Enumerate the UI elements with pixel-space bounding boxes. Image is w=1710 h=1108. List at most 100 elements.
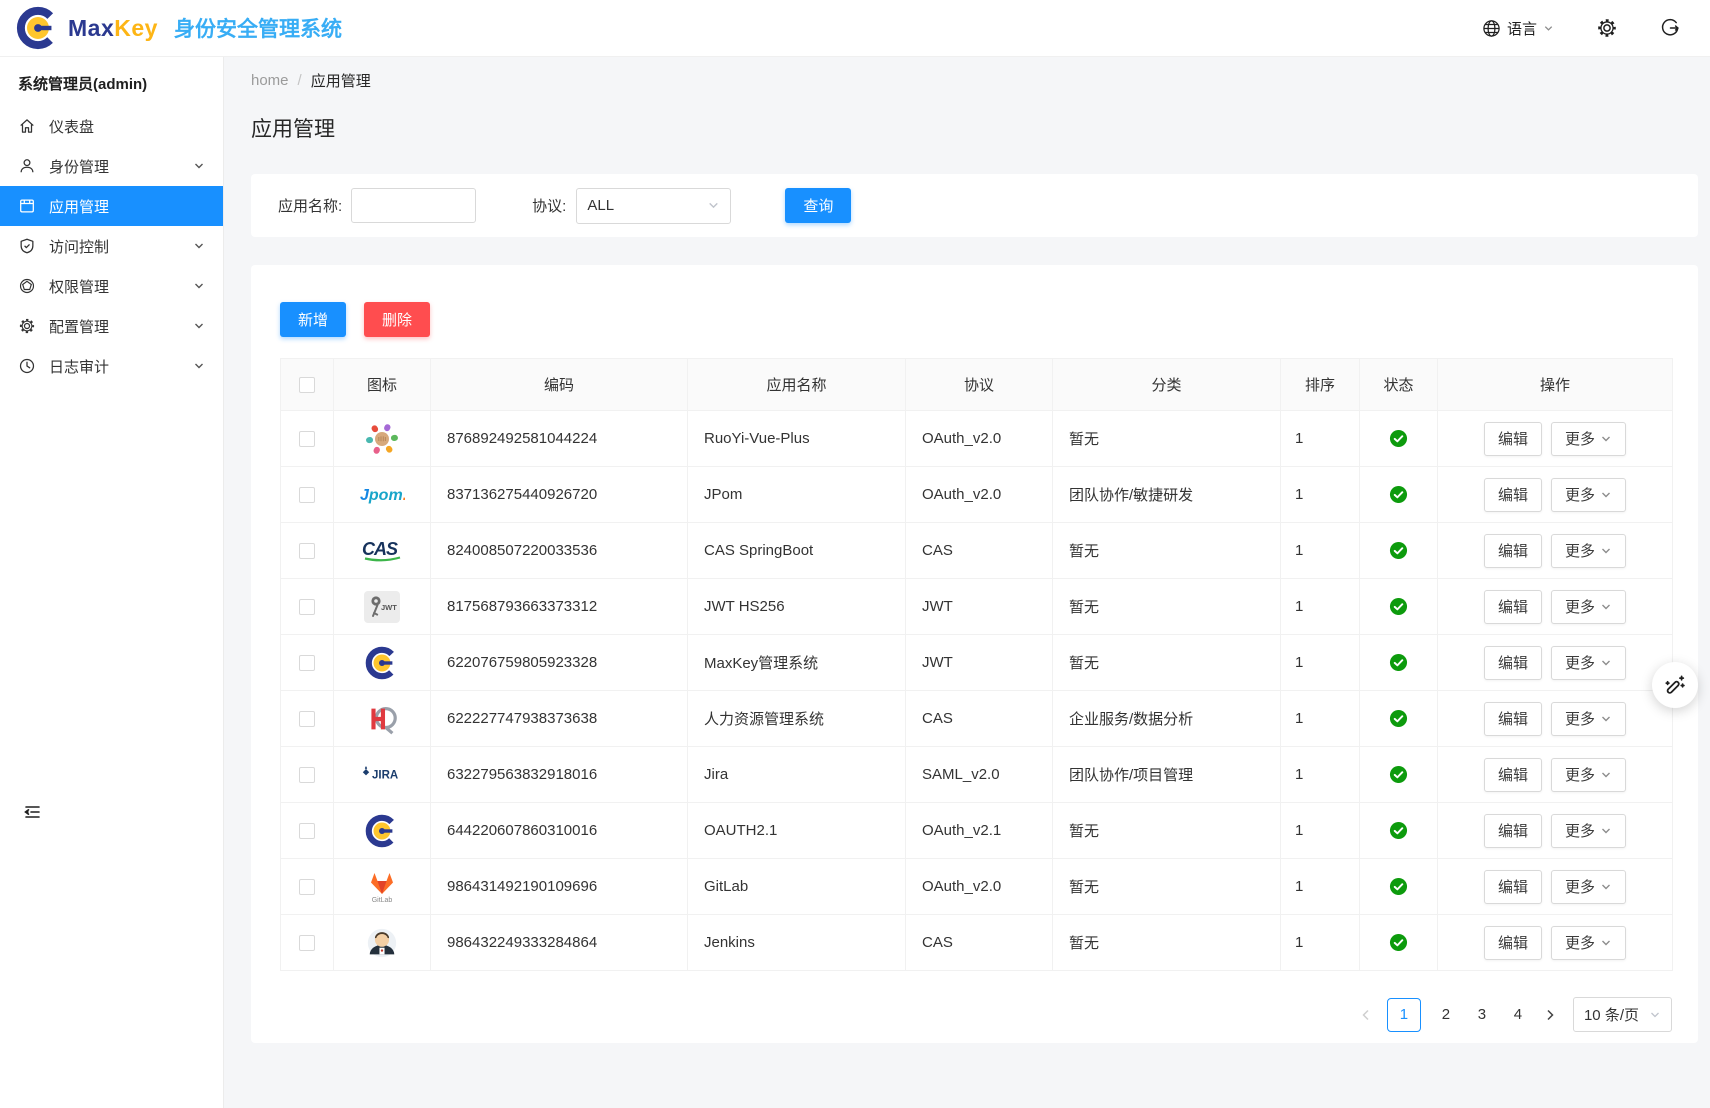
more-button[interactable]: 更多 [1551, 814, 1626, 848]
edit-button[interactable]: 编辑 [1484, 534, 1542, 568]
app-name-input[interactable] [351, 188, 476, 223]
app-name-label: 应用名称: [278, 195, 342, 216]
edit-button[interactable]: 编辑 [1484, 814, 1542, 848]
settings-button[interactable] [1596, 17, 1618, 39]
check-circle-icon [1389, 765, 1408, 784]
chevron-down-icon [193, 360, 205, 372]
cell-code: 644220607860310016 [431, 803, 688, 859]
gitlab-logo: GitLab [364, 869, 400, 905]
more-button[interactable]: 更多 [1551, 534, 1626, 568]
table-row: 876892492581044224RuoYi-Vue-PlusOAuth_v2… [281, 411, 1673, 467]
cell-status [1360, 635, 1438, 691]
edit-button[interactable]: 编辑 [1484, 590, 1542, 624]
collapse-sidebar-icon[interactable] [22, 802, 42, 822]
cell-protocol: CAS [906, 915, 1053, 971]
sidebar-item-identity[interactable]: 身份管理 [0, 146, 223, 186]
sidebar-item-label: 访问控制 [49, 236, 109, 257]
row-checkbox[interactable] [299, 431, 315, 447]
more-button[interactable]: 更多 [1551, 646, 1626, 680]
col-header-icon: 图标 [334, 359, 431, 411]
cell-protocol: CAS [906, 523, 1053, 579]
brand-subtitle: 身份安全管理系统 [174, 13, 342, 43]
chevron-down-icon [1600, 713, 1612, 725]
cell-code: 824008507220033536 [431, 523, 688, 579]
edit-button[interactable]: 编辑 [1484, 758, 1542, 792]
edit-button[interactable]: 编辑 [1484, 478, 1542, 512]
page-button-1[interactable]: 1 [1387, 998, 1421, 1032]
check-circle-icon [1389, 877, 1408, 896]
row-checkbox[interactable] [299, 655, 315, 671]
row-select-cell [281, 579, 334, 635]
sidebar-item-apps[interactable]: 应用管理 [0, 186, 223, 226]
page-button-3[interactable]: 3 [1471, 1006, 1493, 1023]
row-checkbox[interactable] [299, 711, 315, 727]
more-button[interactable]: 更多 [1551, 422, 1626, 456]
row-checkbox[interactable] [299, 543, 315, 559]
clock-icon [18, 357, 36, 375]
chevron-down-icon [1600, 545, 1612, 557]
col-header-code: 编码 [431, 359, 688, 411]
more-button[interactable]: 更多 [1551, 478, 1626, 512]
cell-protocol: OAuth_v2.0 [906, 859, 1053, 915]
cell-actions: 编辑更多 [1438, 635, 1673, 691]
shield-check-icon [18, 237, 36, 255]
row-checkbox[interactable] [299, 823, 315, 839]
cell-logo [334, 915, 431, 971]
more-button[interactable]: 更多 [1551, 702, 1626, 736]
page-button-4[interactable]: 4 [1507, 1006, 1529, 1023]
sidebar-item-dashboard[interactable]: 仪表盘 [0, 106, 223, 146]
row-checkbox[interactable] [299, 767, 315, 783]
sidebar-item-permissions[interactable]: 权限管理 [0, 266, 223, 306]
chevron-down-icon [1600, 601, 1612, 613]
app-window-icon [18, 197, 36, 215]
more-button[interactable]: 更多 [1551, 758, 1626, 792]
more-button[interactable]: 更多 [1551, 926, 1626, 960]
sidebar-item-config[interactable]: 配置管理 [0, 306, 223, 346]
chevron-down-icon [1543, 23, 1554, 34]
logout-button[interactable] [1660, 18, 1680, 38]
maxkey-logo [365, 646, 399, 680]
edit-button[interactable]: 编辑 [1484, 926, 1542, 960]
breadcrumb-separator: / [298, 72, 302, 89]
chevron-down-icon [193, 160, 205, 172]
row-checkbox[interactable] [299, 879, 315, 895]
next-page-button[interactable] [1543, 1008, 1557, 1022]
cas-logo: CAS [361, 537, 403, 565]
row-checkbox[interactable] [299, 487, 315, 503]
cell-status [1360, 467, 1438, 523]
row-select-cell [281, 635, 334, 691]
select-all-checkbox[interactable] [299, 377, 315, 393]
row-checkbox[interactable] [299, 599, 315, 615]
edit-button[interactable]: 编辑 [1484, 702, 1542, 736]
language-switcher[interactable]: 语言 [1482, 18, 1554, 39]
page-button-2[interactable]: 2 [1435, 1006, 1457, 1023]
chevron-down-icon [1600, 769, 1612, 781]
row-checkbox[interactable] [299, 935, 315, 951]
col-header-status: 状态 [1360, 359, 1438, 411]
edit-button[interactable]: 编辑 [1484, 870, 1542, 904]
cell-sort: 1 [1281, 915, 1360, 971]
edit-button[interactable]: 编辑 [1484, 422, 1542, 456]
more-button[interactable]: 更多 [1551, 590, 1626, 624]
row-select-cell [281, 467, 334, 523]
cell-status [1360, 523, 1438, 579]
edit-button[interactable]: 编辑 [1484, 646, 1542, 680]
prev-page-button[interactable] [1359, 1008, 1373, 1022]
table-row: 986432249333284864JenkinsCAS暂无1编辑更多 [281, 915, 1673, 971]
magic-wand-button[interactable] [1652, 662, 1698, 708]
cell-sort: 1 [1281, 635, 1360, 691]
page-size-value: 10 条/页 [1584, 1004, 1639, 1025]
cell-sort: 1 [1281, 859, 1360, 915]
row-select-cell [281, 747, 334, 803]
sidebar: 系统管理员(admin) 仪表盘身份管理应用管理访问控制权限管理配置管理日志审计 [0, 57, 224, 1108]
add-button[interactable]: 新增 [280, 302, 346, 337]
delete-button[interactable]: 删除 [364, 302, 430, 337]
cell-status [1360, 915, 1438, 971]
breadcrumb-home-link[interactable]: home [251, 72, 289, 89]
more-button[interactable]: 更多 [1551, 870, 1626, 904]
sidebar-item-audit[interactable]: 日志审计 [0, 346, 223, 386]
search-button[interactable]: 查询 [785, 188, 851, 223]
sidebar-item-access[interactable]: 访问控制 [0, 226, 223, 266]
page-size-select[interactable]: 10 条/页 [1573, 997, 1672, 1032]
protocol-select[interactable]: ALL [576, 188, 731, 224]
